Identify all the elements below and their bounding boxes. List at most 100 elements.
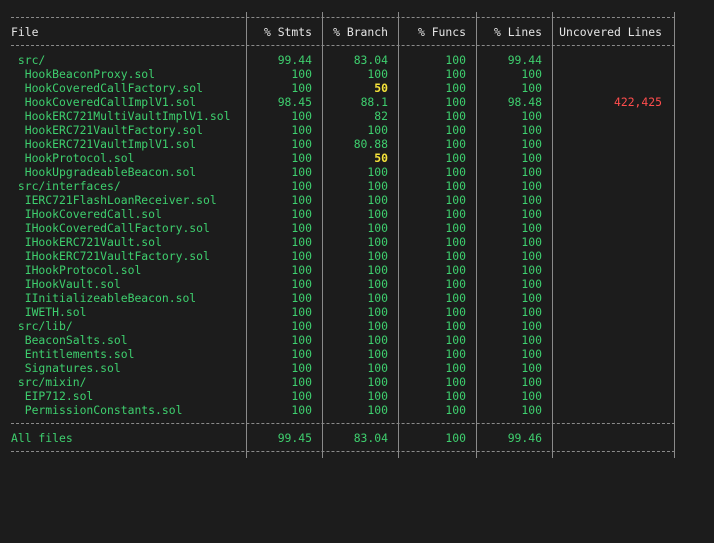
row-uncovered-lines (556, 389, 662, 403)
table-row: BeaconSalts.sol 100 100 100 100 (0, 333, 714, 347)
row-funcs: 100 (445, 179, 466, 193)
row-branch: 80.88 (353, 137, 388, 151)
row-uncovered-lines (556, 291, 662, 305)
row-uncovered-lines (556, 207, 662, 221)
row-file: HookProtocol.sol (11, 151, 135, 165)
table-row: PermissionConstants.sol 100 100 100 100 (0, 403, 714, 417)
row-funcs: 100 (445, 193, 466, 207)
row-branch: 100 (367, 291, 388, 305)
row-branch: 100 (367, 277, 388, 291)
table-row: Entitlements.sol 100 100 100 100 (0, 347, 714, 361)
row-file: BeaconSalts.sol (11, 333, 128, 347)
row-funcs: 100 (445, 81, 466, 95)
row-stmts: 98.45 (277, 95, 312, 109)
row-file: IHookERC721Vault.sol (11, 235, 162, 249)
row-branch: 100 (367, 347, 388, 361)
row-stmts: 100 (291, 123, 312, 137)
row-stmts: 100 (291, 375, 312, 389)
row-lines: 100 (521, 403, 542, 417)
row-lines: 100 (521, 249, 542, 263)
row-uncovered-lines (556, 347, 662, 361)
row-file: IHookERC721VaultFactory.sol (11, 249, 210, 263)
row-branch: 88.1 (360, 95, 388, 109)
row-uncovered-lines (556, 179, 662, 193)
row-stmts: 100 (291, 403, 312, 417)
table-top-border (11, 17, 675, 18)
row-funcs: 100 (445, 207, 466, 221)
table-row: HookERC721VaultImplV1.sol 100 80.88 100 100 (0, 137, 714, 151)
summary-file: All files (11, 431, 73, 445)
row-file: src/mixin/ (11, 375, 87, 389)
row-lines: 100 (521, 151, 542, 165)
summary-funcs: 100 (445, 431, 466, 445)
header-file: File (11, 25, 39, 39)
row-stmts: 100 (291, 165, 312, 179)
header-stmts: % Stmts (263, 25, 312, 39)
row-uncovered-lines (556, 109, 662, 123)
row-uncovered-lines (556, 193, 662, 207)
header-separator (11, 45, 675, 46)
row-lines: 100 (521, 375, 542, 389)
row-lines: 100 (521, 109, 542, 123)
row-stmts: 100 (291, 389, 312, 403)
table-row: HookERC721VaultFactory.sol 100 100 100 100 (0, 123, 714, 137)
row-branch: 100 (367, 193, 388, 207)
row-stmts: 100 (291, 179, 312, 193)
row-lines: 100 (521, 319, 542, 333)
row-stmts: 100 (291, 277, 312, 291)
row-stmts: 100 (291, 151, 312, 165)
table-row: HookBeaconProxy.sol 100 100 100 100 (0, 67, 714, 81)
row-uncovered-lines (556, 333, 662, 347)
row-funcs: 100 (445, 305, 466, 319)
header-uncovered-lines: Uncovered Lines (559, 25, 662, 39)
row-file: Entitlements.sol (11, 347, 135, 361)
row-file: IHookCoveredCallFactory.sol (11, 221, 210, 235)
row-uncovered-lines (556, 53, 662, 67)
row-stmts: 100 (291, 67, 312, 81)
summary-branch: 83.04 (353, 431, 388, 445)
row-uncovered-lines (556, 81, 662, 95)
row-uncovered-lines (556, 151, 662, 165)
row-uncovered-lines (556, 137, 662, 151)
row-lines: 100 (521, 277, 542, 291)
row-file: HookUpgradeableBeacon.sol (11, 165, 197, 179)
row-lines: 100 (521, 207, 542, 221)
row-file: HookERC721VaultImplV1.sol (11, 137, 197, 151)
row-stmts: 100 (291, 291, 312, 305)
row-file: HookCoveredCallFactory.sol (11, 81, 204, 95)
row-branch: 100 (367, 375, 388, 389)
row-lines: 100 (521, 333, 542, 347)
table-row: HookProtocol.sol 100 50 100 100 (0, 151, 714, 165)
row-stmts: 100 (291, 81, 312, 95)
row-lines: 100 (521, 361, 542, 375)
row-uncovered-lines (556, 375, 662, 389)
row-stmts: 100 (291, 207, 312, 221)
row-file: EIP712.sol (11, 389, 94, 403)
table-row: IInitializeableBeacon.sol 100 100 100 100 (0, 291, 714, 305)
row-funcs: 100 (445, 151, 466, 165)
row-stmts: 100 (291, 347, 312, 361)
table-row: IHookVault.sol 100 100 100 100 (0, 277, 714, 291)
summary-row: All files 99.45 83.04 100 99.46 (0, 431, 714, 445)
table-row: IERC721FlashLoanReceiver.sol 100 100 100 100 (0, 193, 714, 207)
row-branch: 100 (367, 333, 388, 347)
row-uncovered-lines (556, 221, 662, 235)
row-branch: 100 (367, 403, 388, 417)
row-uncovered-lines: 422,425 (613, 95, 662, 109)
row-stmts: 99.44 (277, 53, 312, 67)
row-lines: 98.48 (507, 95, 542, 109)
table-bottom-border (11, 451, 675, 452)
row-file: HookERC721MultiVaultImplV1.sol (11, 109, 231, 123)
row-stmts: 100 (291, 263, 312, 277)
row-lines: 100 (521, 235, 542, 249)
table-row: IHookProtocol.sol 100 100 100 100 (0, 263, 714, 277)
row-branch: 100 (367, 249, 388, 263)
row-stmts: 100 (291, 305, 312, 319)
table-header: File % Stmts % Branch % Funcs % Lines Un… (0, 25, 714, 39)
header-funcs: % Funcs (417, 25, 466, 39)
row-branch: 100 (367, 263, 388, 277)
row-branch: 100 (367, 361, 388, 375)
row-lines: 100 (521, 179, 542, 193)
row-funcs: 100 (445, 123, 466, 137)
row-lines: 100 (521, 263, 542, 277)
